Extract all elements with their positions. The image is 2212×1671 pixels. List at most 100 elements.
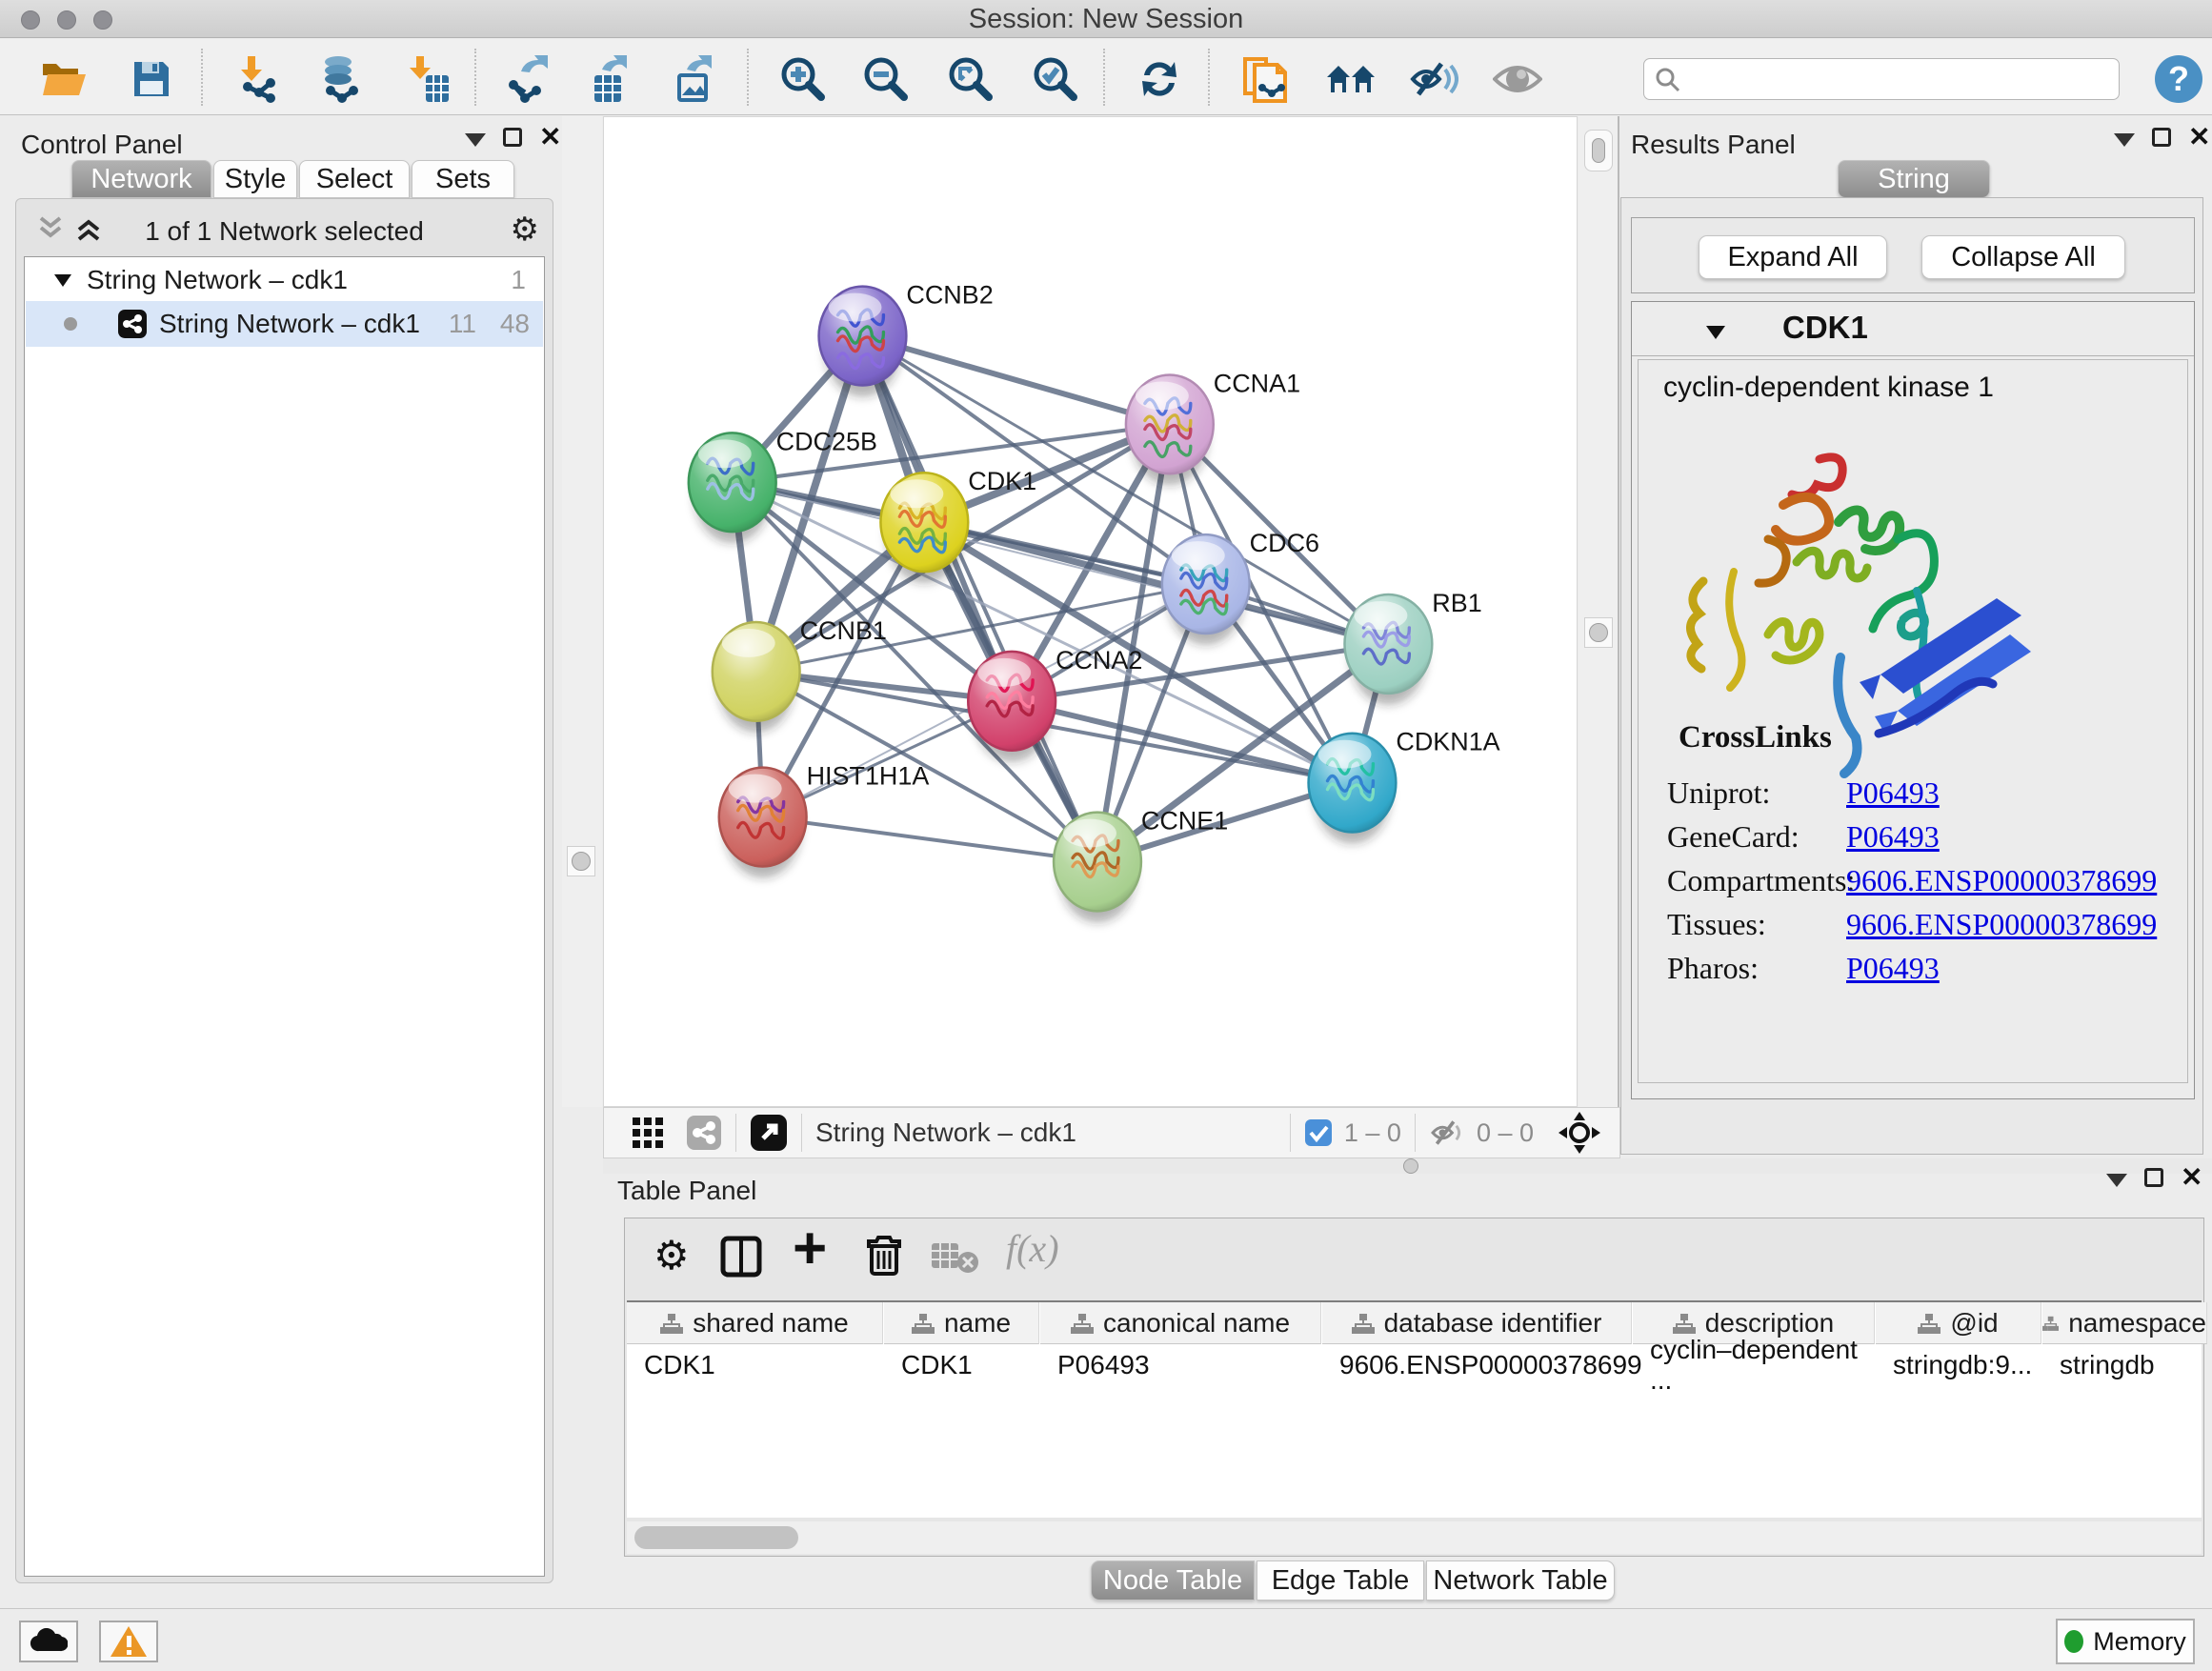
- float-panel-icon[interactable]: [2144, 1168, 2163, 1187]
- eye-button[interactable]: [1491, 52, 1544, 106]
- crosslink-value-link[interactable]: 9606.ENSP00000378699: [1846, 907, 2157, 942]
- export-network-button[interactable]: [500, 52, 553, 106]
- toolbar-separator: [201, 49, 203, 106]
- node-label-CCNE1: CCNE1: [1141, 807, 1228, 836]
- tab-style[interactable]: Style: [213, 160, 297, 198]
- grid-view-icon[interactable]: [631, 1116, 665, 1150]
- zoom-fit-button[interactable]: [944, 52, 997, 106]
- birds-eye-crosshair-icon[interactable]: [1558, 1112, 1600, 1154]
- crosslink-value-link[interactable]: P06493: [1846, 951, 1940, 986]
- panel-menu-icon[interactable]: [465, 133, 486, 147]
- tab-string[interactable]: String: [1838, 160, 1990, 198]
- cell-name[interactable]: CDK1: [884, 1345, 1039, 1385]
- node-CDC25B[interactable]: CDC25B: [689, 427, 877, 543]
- tab-edge-table[interactable]: Edge Table: [1257, 1560, 1424, 1601]
- save-session-button[interactable]: [125, 52, 178, 106]
- collapse-all-button[interactable]: Collapse All: [1921, 235, 2125, 279]
- homes-button[interactable]: [1324, 52, 1377, 106]
- zoom-in-button[interactable]: [776, 52, 830, 106]
- warning-button[interactable]: [99, 1621, 158, 1662]
- network-edge-count: 48: [500, 309, 530, 339]
- close-panel-icon[interactable]: ✕: [539, 128, 561, 147]
- zoom-selected-button[interactable]: [1029, 52, 1082, 106]
- panel-menu-icon[interactable]: [2114, 133, 2135, 147]
- column-header-shared-name[interactable]: shared name: [627, 1302, 883, 1344]
- crosslink-value-link[interactable]: P06493: [1846, 775, 1940, 811]
- edge-CCNB2-CCNA1[interactable]: [862, 336, 1169, 425]
- table-horizontal-scrollbar[interactable]: [627, 1521, 2202, 1554]
- tab-network[interactable]: Network: [71, 160, 211, 198]
- help-button[interactable]: ?: [2152, 52, 2205, 106]
- cell-canonical-name[interactable]: P06493: [1040, 1345, 1321, 1385]
- section-expander-icon[interactable]: [1704, 323, 1727, 342]
- splitter-handle[interactable]: [1403, 1158, 1418, 1174]
- node-CCNB1[interactable]: CCNB1: [713, 616, 887, 733]
- node-CDKN1A[interactable]: CDKN1A: [1309, 728, 1500, 844]
- tree-expander-icon[interactable]: [52, 272, 73, 289]
- column-header-name[interactable]: name: [884, 1302, 1039, 1344]
- delete-column-trash-icon[interactable]: [865, 1234, 903, 1278]
- expand-all-button[interactable]: Expand All: [1699, 235, 1887, 279]
- cell-description[interactable]: cyclin–dependent ...: [1633, 1345, 1875, 1385]
- gear-icon[interactable]: ⚙: [511, 211, 539, 249]
- cloud-button[interactable]: [19, 1621, 78, 1662]
- open-in-window-icon[interactable]: [750, 1114, 788, 1152]
- string-view-icon[interactable]: [686, 1115, 722, 1151]
- tab-sets[interactable]: Sets: [412, 160, 514, 198]
- float-panel-icon[interactable]: [503, 128, 522, 147]
- refresh-button[interactable]: [1133, 52, 1186, 106]
- network-canvas[interactable]: CCNB2CCNA1CDC25BCDK1CDC6RB1CCNB1CCNA2CDK…: [603, 116, 1578, 1107]
- toolbar-separator: [474, 49, 476, 106]
- splitter-collapse-button[interactable]: [1584, 130, 1613, 171]
- show-columns-icon[interactable]: [720, 1236, 762, 1278]
- cell-namespace[interactable]: stringdb: [2042, 1345, 2207, 1385]
- node-CCNB2[interactable]: CCNB2: [819, 281, 994, 397]
- tab-node-table[interactable]: Node Table: [1091, 1560, 1255, 1601]
- cell-database-identifier[interactable]: 9606.ENSP00000378699: [1322, 1345, 1632, 1385]
- network-view-toolbar: String Network – cdk1 1 – 0 0 – 0: [603, 1107, 1620, 1158]
- close-panel-icon[interactable]: ✕: [2188, 128, 2210, 147]
- right-splitter[interactable]: [1579, 116, 1619, 1107]
- column-header-database-identifier[interactable]: database identifier: [1322, 1302, 1632, 1344]
- hidden-eye-slash-icon[interactable]: [1429, 1117, 1467, 1148]
- splitter-handle[interactable]: [567, 846, 595, 876]
- table-gear-icon[interactable]: ⚙: [654, 1232, 690, 1278]
- import-network-file-button[interactable]: [232, 52, 286, 106]
- memory-button[interactable]: Memory: [2056, 1619, 2195, 1664]
- selected-checkbox-icon[interactable]: [1304, 1118, 1333, 1147]
- node-RB1[interactable]: RB1: [1344, 589, 1481, 705]
- crosslink-value-link[interactable]: 9606.ENSP00000378699: [1846, 863, 2157, 898]
- export-image-button[interactable]: [668, 52, 721, 106]
- tab-network-table[interactable]: Network Table: [1426, 1560, 1615, 1601]
- zoom-out-button[interactable]: [859, 52, 913, 106]
- network-collection-row[interactable]: String Network – cdk1 1: [26, 259, 543, 301]
- cell--id[interactable]: stringdb:9...: [1876, 1345, 2041, 1385]
- node-HIST1H1A[interactable]: HIST1H1A: [719, 762, 930, 878]
- splitter-handle[interactable]: [1584, 617, 1613, 648]
- import-table-button[interactable]: [401, 52, 454, 106]
- tab-select[interactable]: Select: [299, 160, 410, 198]
- node-CCNE1[interactable]: CCNE1: [1054, 807, 1228, 923]
- import-network-database-button[interactable]: [313, 52, 367, 106]
- column-header--id[interactable]: @id: [1876, 1302, 2041, 1344]
- column-header-canonical-name[interactable]: canonical name: [1040, 1302, 1321, 1344]
- horizontal-splitter[interactable]: [603, 1158, 2212, 1174]
- cell-shared-name[interactable]: CDK1: [627, 1345, 883, 1385]
- network-row-selected[interactable]: String Network – cdk1 11 48: [26, 301, 543, 347]
- add-column-icon[interactable]: +: [793, 1215, 827, 1282]
- panel-menu-icon[interactable]: [2106, 1174, 2127, 1187]
- column-header-namespace[interactable]: namespace: [2042, 1302, 2207, 1344]
- float-panel-icon[interactable]: [2152, 128, 2171, 147]
- close-panel-icon[interactable]: ✕: [2181, 1168, 2202, 1187]
- scrollbar-thumb[interactable]: [634, 1526, 798, 1549]
- left-splitter[interactable]: [562, 116, 602, 1107]
- hide-glasses-button[interactable]: [1407, 52, 1460, 106]
- edge-HIST1H1A-CCNE1[interactable]: [763, 817, 1097, 862]
- export-table-button[interactable]: [583, 52, 636, 106]
- search-input[interactable]: [1688, 63, 2107, 95]
- share-document-button[interactable]: [1238, 52, 1292, 106]
- crosslink-value-link[interactable]: P06493: [1846, 819, 1940, 855]
- two-houses-icon: [1325, 58, 1377, 100]
- save-icon: [131, 58, 172, 100]
- open-session-button[interactable]: [37, 52, 90, 106]
